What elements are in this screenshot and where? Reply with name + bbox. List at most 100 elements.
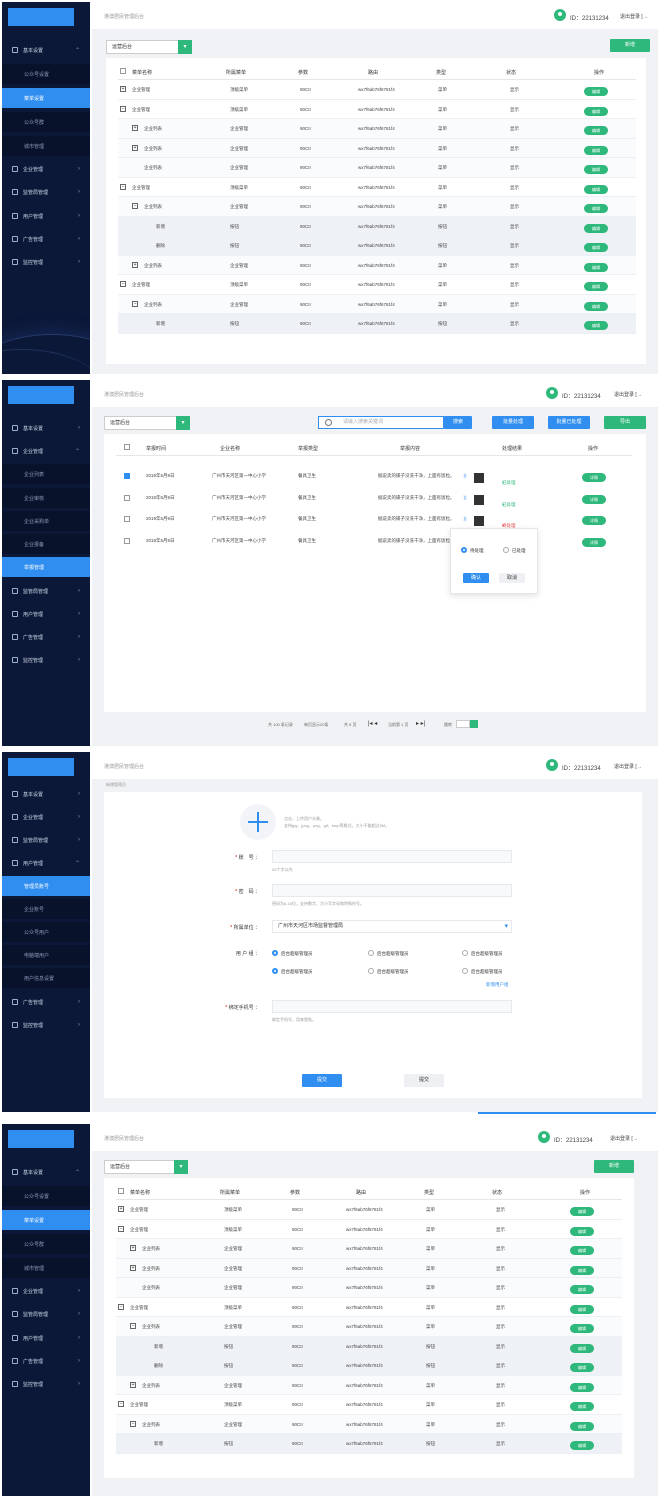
unit-select[interactable]: 广州市天河区市场监督管理局 ▾ (272, 920, 512, 933)
sidebar-item-users[interactable]: 用户管理 ⌃ (2, 853, 90, 873)
edit-button[interactable]: 编辑 (584, 282, 608, 291)
collapse-icon[interactable]: − (120, 183, 126, 190)
photo-thumbnail[interactable] (474, 516, 484, 526)
expand-icon[interactable]: + (130, 1245, 136, 1251)
sidebar-item-users[interactable]: 用户管理 › (2, 604, 90, 624)
sidebar-item-supervision[interactable]: 监管局管理 › (2, 1304, 90, 1324)
avatar-icon[interactable] (546, 759, 558, 771)
submit-button[interactable]: 提交 (302, 1074, 342, 1087)
account-input[interactable] (272, 850, 512, 863)
row-checkbox[interactable] (124, 537, 130, 544)
sidebar-subitem[interactable]: 城市管理 (2, 1258, 90, 1278)
sidebar-item-basic-settings[interactable]: 基本设置 › (2, 784, 90, 804)
select-all-checkbox[interactable] (124, 444, 130, 450)
edit-button[interactable]: 编辑 (570, 1402, 594, 1411)
edit-button[interactable]: 编辑 (570, 1207, 594, 1216)
edit-button[interactable]: 编辑 (570, 1226, 594, 1236)
edit-button[interactable]: 编辑 (584, 204, 608, 213)
search-button[interactable]: 搜索 (444, 416, 472, 429)
select-all-checkbox[interactable] (120, 68, 126, 74)
platform-select[interactable]: 运营后台 ▾ (104, 1160, 188, 1174)
batch-done-button[interactable]: 批量已处理 (548, 416, 590, 429)
add-button[interactable]: 新增 (610, 39, 650, 52)
password-input[interactable] (272, 884, 512, 897)
sidebar-item-monitoring[interactable]: 监控管理 › (2, 252, 90, 272)
row-checkbox[interactable] (124, 473, 130, 479)
sidebar-subitem[interactable]: 企业账号 (2, 899, 90, 919)
group-radio[interactable] (272, 950, 278, 956)
audio-icon[interactable]: ·)) (462, 473, 467, 478)
avatar-icon[interactable] (554, 9, 566, 21)
avatar-icon[interactable] (546, 387, 558, 399)
select-all-checkbox[interactable] (118, 1188, 124, 1194)
sidebar-subitem-active[interactable]: 菜单设置 (2, 1210, 90, 1230)
prev-page-icon[interactable]: |◂ ◂ (368, 720, 377, 727)
collapse-icon[interactable]: − (130, 1420, 136, 1427)
sidebar-item-basic-settings[interactable]: 基本设置 ⌃ (2, 1162, 90, 1182)
collapse-icon[interactable]: − (120, 105, 126, 112)
edit-button[interactable]: 编辑 (570, 1324, 594, 1333)
detail-button[interactable]: 详情 (582, 537, 606, 547)
edit-button[interactable]: 编辑 (570, 1441, 594, 1450)
expand-icon[interactable]: + (130, 1381, 136, 1388)
edit-button[interactable]: 编辑 (570, 1285, 594, 1294)
sidebar-subitem[interactable]: 企业列表 (2, 464, 90, 484)
edit-button[interactable]: 编辑 (570, 1363, 594, 1372)
detail-button[interactable]: 详情 (582, 494, 606, 504)
phone-input[interactable] (272, 1000, 512, 1013)
sidebar-item-ads[interactable]: 广告管理 › (2, 627, 90, 647)
logout-link[interactable]: 退出登录 [→ (614, 763, 642, 770)
expand-icon[interactable]: + (132, 261, 138, 268)
edit-button[interactable]: 编辑 (584, 106, 608, 116)
add-button[interactable]: 新增 (594, 1160, 634, 1173)
avatar-icon[interactable] (538, 1131, 550, 1143)
sidebar-item-ads[interactable]: 广告管理 › (2, 229, 90, 249)
expand-icon[interactable]: + (132, 144, 138, 151)
sidebar-item-monitoring[interactable]: 监控管理 › (2, 650, 90, 670)
sidebar-item-ads[interactable]: 广告管理 › (2, 1351, 90, 1371)
expand-icon[interactable]: + (118, 1206, 124, 1212)
add-group-link[interactable]: 新增用户组 (486, 982, 509, 988)
batch-process-button[interactable]: 批量处理 (492, 416, 534, 429)
detail-button[interactable]: 详情 (582, 473, 606, 482)
sidebar-subitem[interactable]: 公众号设置 (2, 64, 90, 84)
radio-pending[interactable] (461, 547, 467, 553)
group-radio[interactable] (462, 950, 468, 956)
sidebar-item-enterprise[interactable]: 企业管理 ⌃ (2, 441, 90, 461)
logout-link[interactable]: 退出登录 [→ (614, 391, 642, 398)
sidebar-subitem[interactable]: 企业报备 (2, 534, 90, 554)
radio-done[interactable] (503, 547, 509, 553)
collapse-icon[interactable]: − (130, 1323, 136, 1329)
detail-button[interactable]: 详情 (582, 516, 606, 525)
group-radio[interactable] (368, 950, 374, 956)
collapse-icon[interactable]: − (118, 1401, 124, 1407)
group-radio[interactable] (272, 968, 278, 974)
sidebar-item-basic-settings[interactable]: 基本设置 › (2, 418, 90, 438)
sidebar-subitem[interactable]: 公众号设置 (2, 1186, 90, 1206)
edit-button[interactable]: 编辑 (584, 126, 608, 135)
edit-button[interactable]: 编辑 (584, 301, 608, 311)
photo-thumbnail[interactable] (474, 473, 484, 483)
row-checkbox[interactable] (124, 494, 130, 501)
confirm-button[interactable]: 确认 (463, 573, 489, 583)
sidebar-item-supervision[interactable]: 监管局管理 › (2, 830, 90, 850)
sidebar-item-enterprise[interactable]: 企业管理 › (2, 159, 90, 179)
edit-button[interactable]: 编辑 (570, 1265, 594, 1275)
collapse-icon[interactable]: − (132, 300, 138, 307)
edit-button[interactable]: 编辑 (584, 243, 608, 252)
export-button[interactable]: 导出 (604, 416, 646, 429)
collapse-icon[interactable]: − (118, 1225, 124, 1232)
edit-button[interactable]: 编辑 (570, 1343, 594, 1353)
group-radio[interactable] (462, 968, 468, 974)
sidebar-subitem-active[interactable]: 管理员账号 (2, 876, 90, 896)
edit-button[interactable]: 编辑 (584, 223, 608, 233)
submit-secondary-button[interactable]: 提交 (404, 1074, 444, 1087)
sidebar-item-enterprise[interactable]: 企业管理 › (2, 807, 90, 827)
edit-button[interactable]: 编辑 (584, 87, 608, 96)
logout-link[interactable]: 退出登录 [→ (620, 13, 648, 20)
audio-icon[interactable]: ·)) (462, 516, 467, 521)
next-page-icon[interactable]: ▸ ▸| (416, 720, 425, 727)
collapse-icon[interactable]: − (120, 281, 126, 287)
sidebar-item-basic-settings[interactable]: 基本设置 ⌃ (2, 40, 90, 60)
sidebar-item-monitoring[interactable]: 监控管理 › (2, 1374, 90, 1394)
